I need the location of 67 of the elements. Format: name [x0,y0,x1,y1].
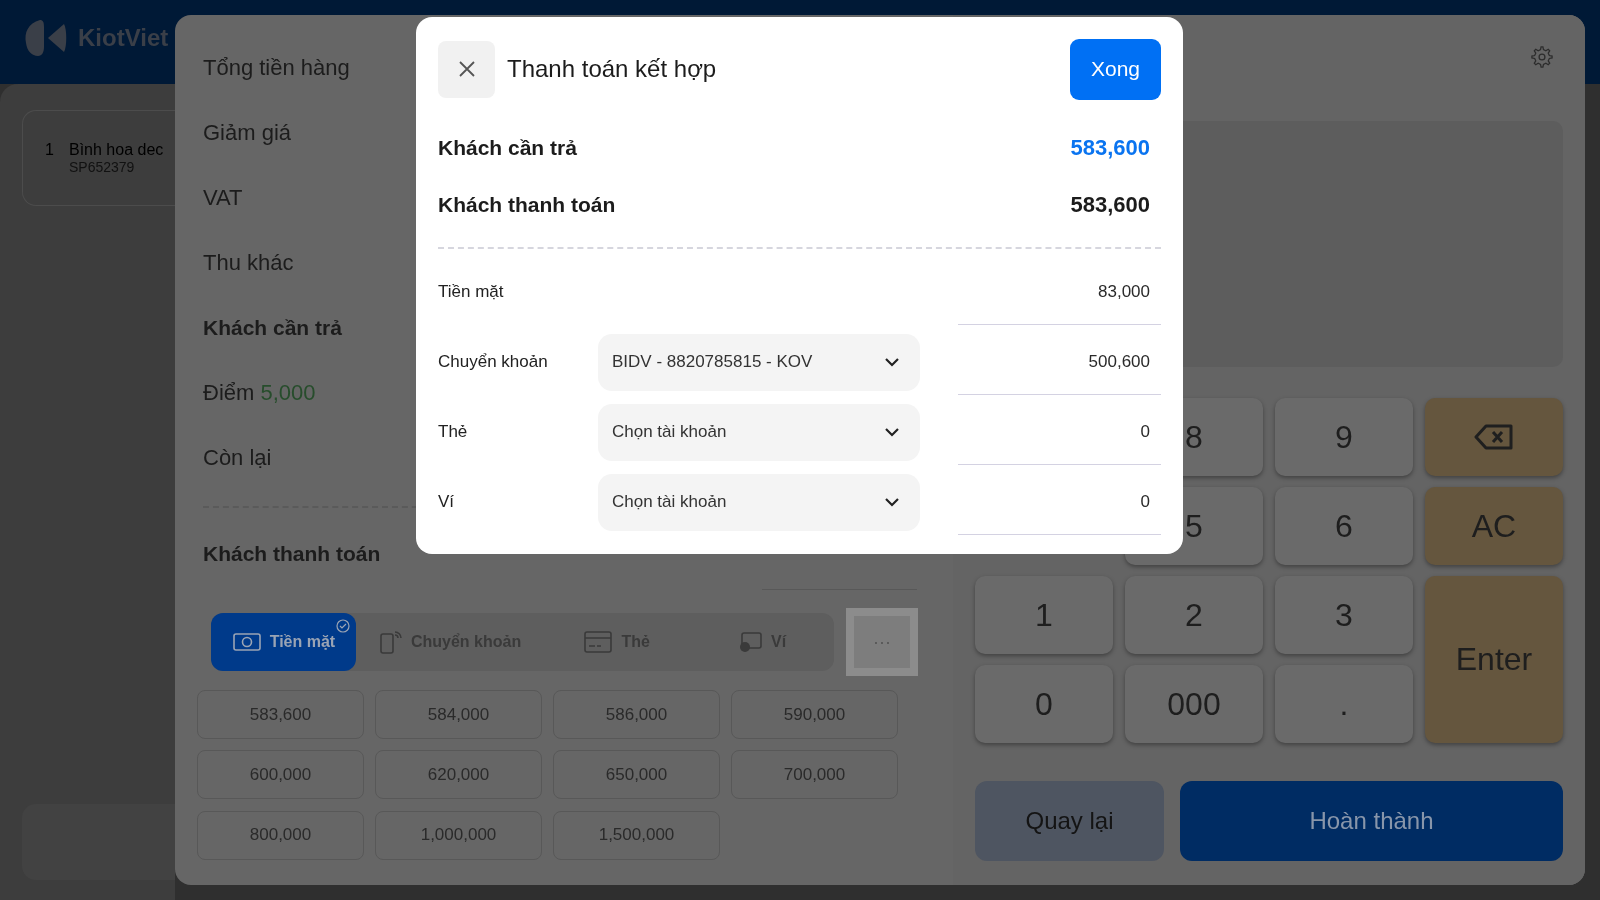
paid-amount: 583,600 [1070,191,1150,218]
amount-button[interactable]: 700,000 [731,750,898,800]
keypad-key[interactable]: 6 [1275,487,1413,565]
keypad-key[interactable] [1425,398,1563,476]
account-select[interactable]: Chọn tài khoản [598,403,920,461]
close-button[interactable] [438,40,495,98]
keypad-key[interactable]: 0 [975,665,1113,743]
summary-label: Khách cần trả [203,315,342,340]
summary-label: Giảm giá [203,119,292,146]
chevron-down-icon [884,357,900,367]
dialog-title: Thanh toán kết hợp [507,55,718,83]
account-select[interactable]: BIDV - 8820785815 - KOV [598,333,920,391]
account-select[interactable]: Chọn tài khoản [598,473,920,531]
chevron-down-icon [884,497,900,507]
method-label: Thẻ [438,422,469,442]
keypad-key[interactable]: 2 [1125,576,1263,654]
logo-icon [24,19,68,57]
keypad-key[interactable]: 3 [1275,576,1413,654]
method-label: Tiền mặt [438,282,505,302]
amount-field[interactable]: 0 [958,469,1161,535]
amount-button[interactable]: 1,500,000 [553,810,720,860]
summary-label: Điểm 5,000 [203,379,316,406]
keypad-key[interactable]: . [1275,665,1413,743]
cash-icon [231,631,262,653]
close-icon [457,60,476,78]
method-tab[interactable]: Tiền mặt [211,613,356,671]
card-icon [583,630,614,654]
more-button[interactable]: ··· [846,608,918,676]
chevron-down-icon [884,427,900,437]
amount-button[interactable]: 800,000 [197,810,364,860]
settings-icon [1531,46,1553,68]
check-icon [335,619,350,633]
amount-button[interactable]: 583,600 [197,690,364,739]
amount-button[interactable]: 600,000 [197,750,364,800]
amount-button[interactable]: 584,000 [375,690,542,739]
amount-field[interactable]: 0 [958,399,1161,465]
logo-text: KiotViet [78,24,169,52]
keypad-key[interactable]: 9 [1275,398,1413,476]
item-index: 1 [45,141,55,159]
action-button[interactable]: Hoàn thành [1180,781,1563,861]
due-label: Khách cần trả [438,135,577,160]
keypad-key[interactable]: 1 [975,576,1113,654]
amount-button[interactable]: 1,000,000 [375,810,542,860]
phone-icon [378,629,403,655]
keypad-key[interactable]: AC [1425,487,1563,565]
amount-field[interactable]: 83,000 [958,259,1161,325]
wallet-icon [737,630,763,654]
item-name: Bình hoa dec [69,141,164,159]
amount-field[interactable]: 500,600 [958,329,1161,395]
summary-label: VAT [203,184,243,211]
amount-button[interactable]: 590,000 [731,690,898,739]
summary-label: Khách thanh toán [203,542,381,566]
paid-label: Khách thanh toán [438,192,616,217]
due-amount: 583,600 [1070,134,1150,161]
amount-button[interactable]: 586,000 [553,690,720,739]
backspace-icon [1474,424,1514,450]
amount-button[interactable]: 650,000 [553,750,720,800]
method-label: Chuyển khoản [438,352,549,372]
summary-label: Còn lại [203,444,272,471]
summary-label: Tổng tiền hàng [203,54,350,81]
done-button[interactable]: Xong [1070,38,1161,100]
keypad-key[interactable]: Enter [1425,576,1563,743]
summary-label: Thu khác [203,249,294,276]
amount-button[interactable]: 620,000 [375,750,542,800]
keypad-key[interactable]: 000 [1125,665,1263,743]
method-label: Ví [438,492,456,512]
action-button[interactable]: Quay lại [975,781,1164,861]
